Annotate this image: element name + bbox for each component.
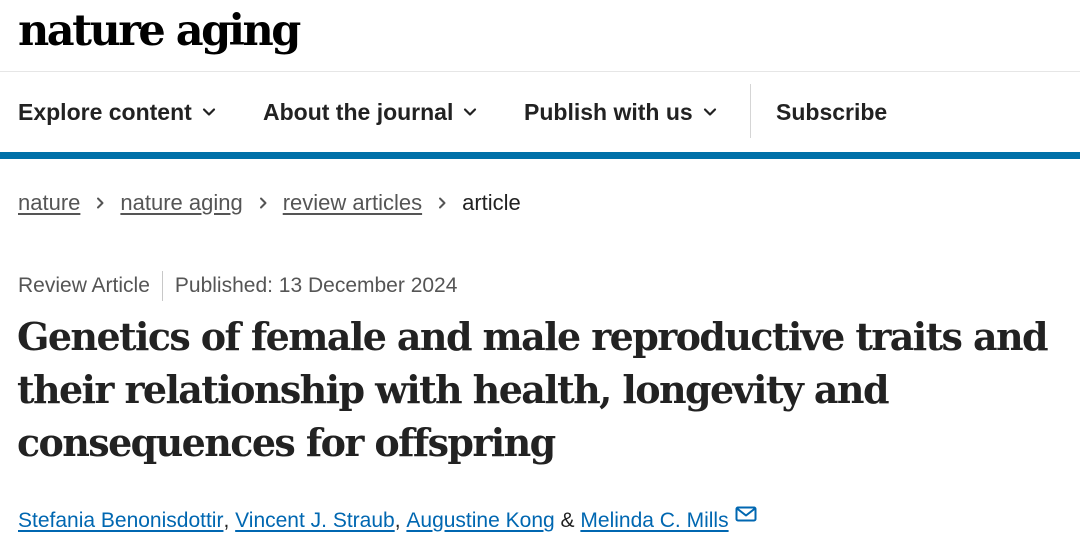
nav-item-label: About the journal	[263, 98, 454, 125]
site-logo[interactable]: nature aging	[18, 4, 301, 58]
breadcrumb-nature[interactable]: nature	[18, 190, 80, 216]
chevron-down-icon	[202, 108, 215, 116]
chevron-down-icon	[703, 108, 716, 116]
title-line: their relationship with health, longevit…	[17, 367, 890, 412]
subscribe-link[interactable]: Subscribe	[776, 72, 887, 152]
nav-item-label: Explore content	[18, 98, 192, 125]
author-list: Stefania Benonisdottir, Vincent J. Strau…	[18, 505, 757, 537]
accent-bar	[0, 152, 1080, 159]
author-separator: ,	[394, 509, 401, 532]
nav-divider	[750, 84, 751, 138]
nav-explore-content[interactable]: Explore content	[18, 72, 217, 152]
article-type: Review Article	[18, 274, 150, 297]
email-icon[interactable]	[735, 506, 757, 522]
chevron-right-icon	[259, 197, 267, 209]
published-date: Published: 13 December 2024	[174, 274, 458, 297]
author-separator: ,	[223, 509, 230, 532]
article-meta: Review Article Published: 13 December 20…	[18, 270, 457, 302]
breadcrumb-nature-aging[interactable]: nature aging	[120, 190, 242, 216]
site-header: nature aging	[0, 0, 1080, 72]
title-line: consequences for offspring	[17, 420, 556, 465]
nav-about-the-journal[interactable]: About the journal	[263, 72, 478, 152]
author-conjunction: &	[560, 509, 575, 532]
author-link[interactable]: Vincent J. Straub	[235, 509, 395, 533]
meta-divider	[161, 271, 163, 301]
nav-publish-with-us[interactable]: Publish with us	[524, 72, 718, 152]
author-link[interactable]: Augustine Kong	[406, 509, 554, 533]
author-link[interactable]: Stefania Benonisdottir	[18, 509, 223, 533]
title-line: Genetics of female and male reproductive…	[17, 314, 1049, 359]
chevron-right-icon	[97, 197, 104, 209]
chevron-down-icon	[464, 108, 477, 116]
main-nav: Explore content About the journal Publis…	[0, 72, 1080, 152]
chevron-right-icon	[439, 197, 446, 209]
breadcrumb-review-articles[interactable]: review articles	[283, 190, 422, 216]
breadcrumb-current: article	[462, 190, 521, 215]
breadcrumb: nature nature aging review articles arti…	[18, 186, 521, 220]
author-link[interactable]: Melinda C. Mills	[580, 509, 728, 533]
article-title: Genetics of female and male reproductive…	[17, 310, 1072, 469]
nav-item-label: Publish with us	[524, 98, 693, 125]
